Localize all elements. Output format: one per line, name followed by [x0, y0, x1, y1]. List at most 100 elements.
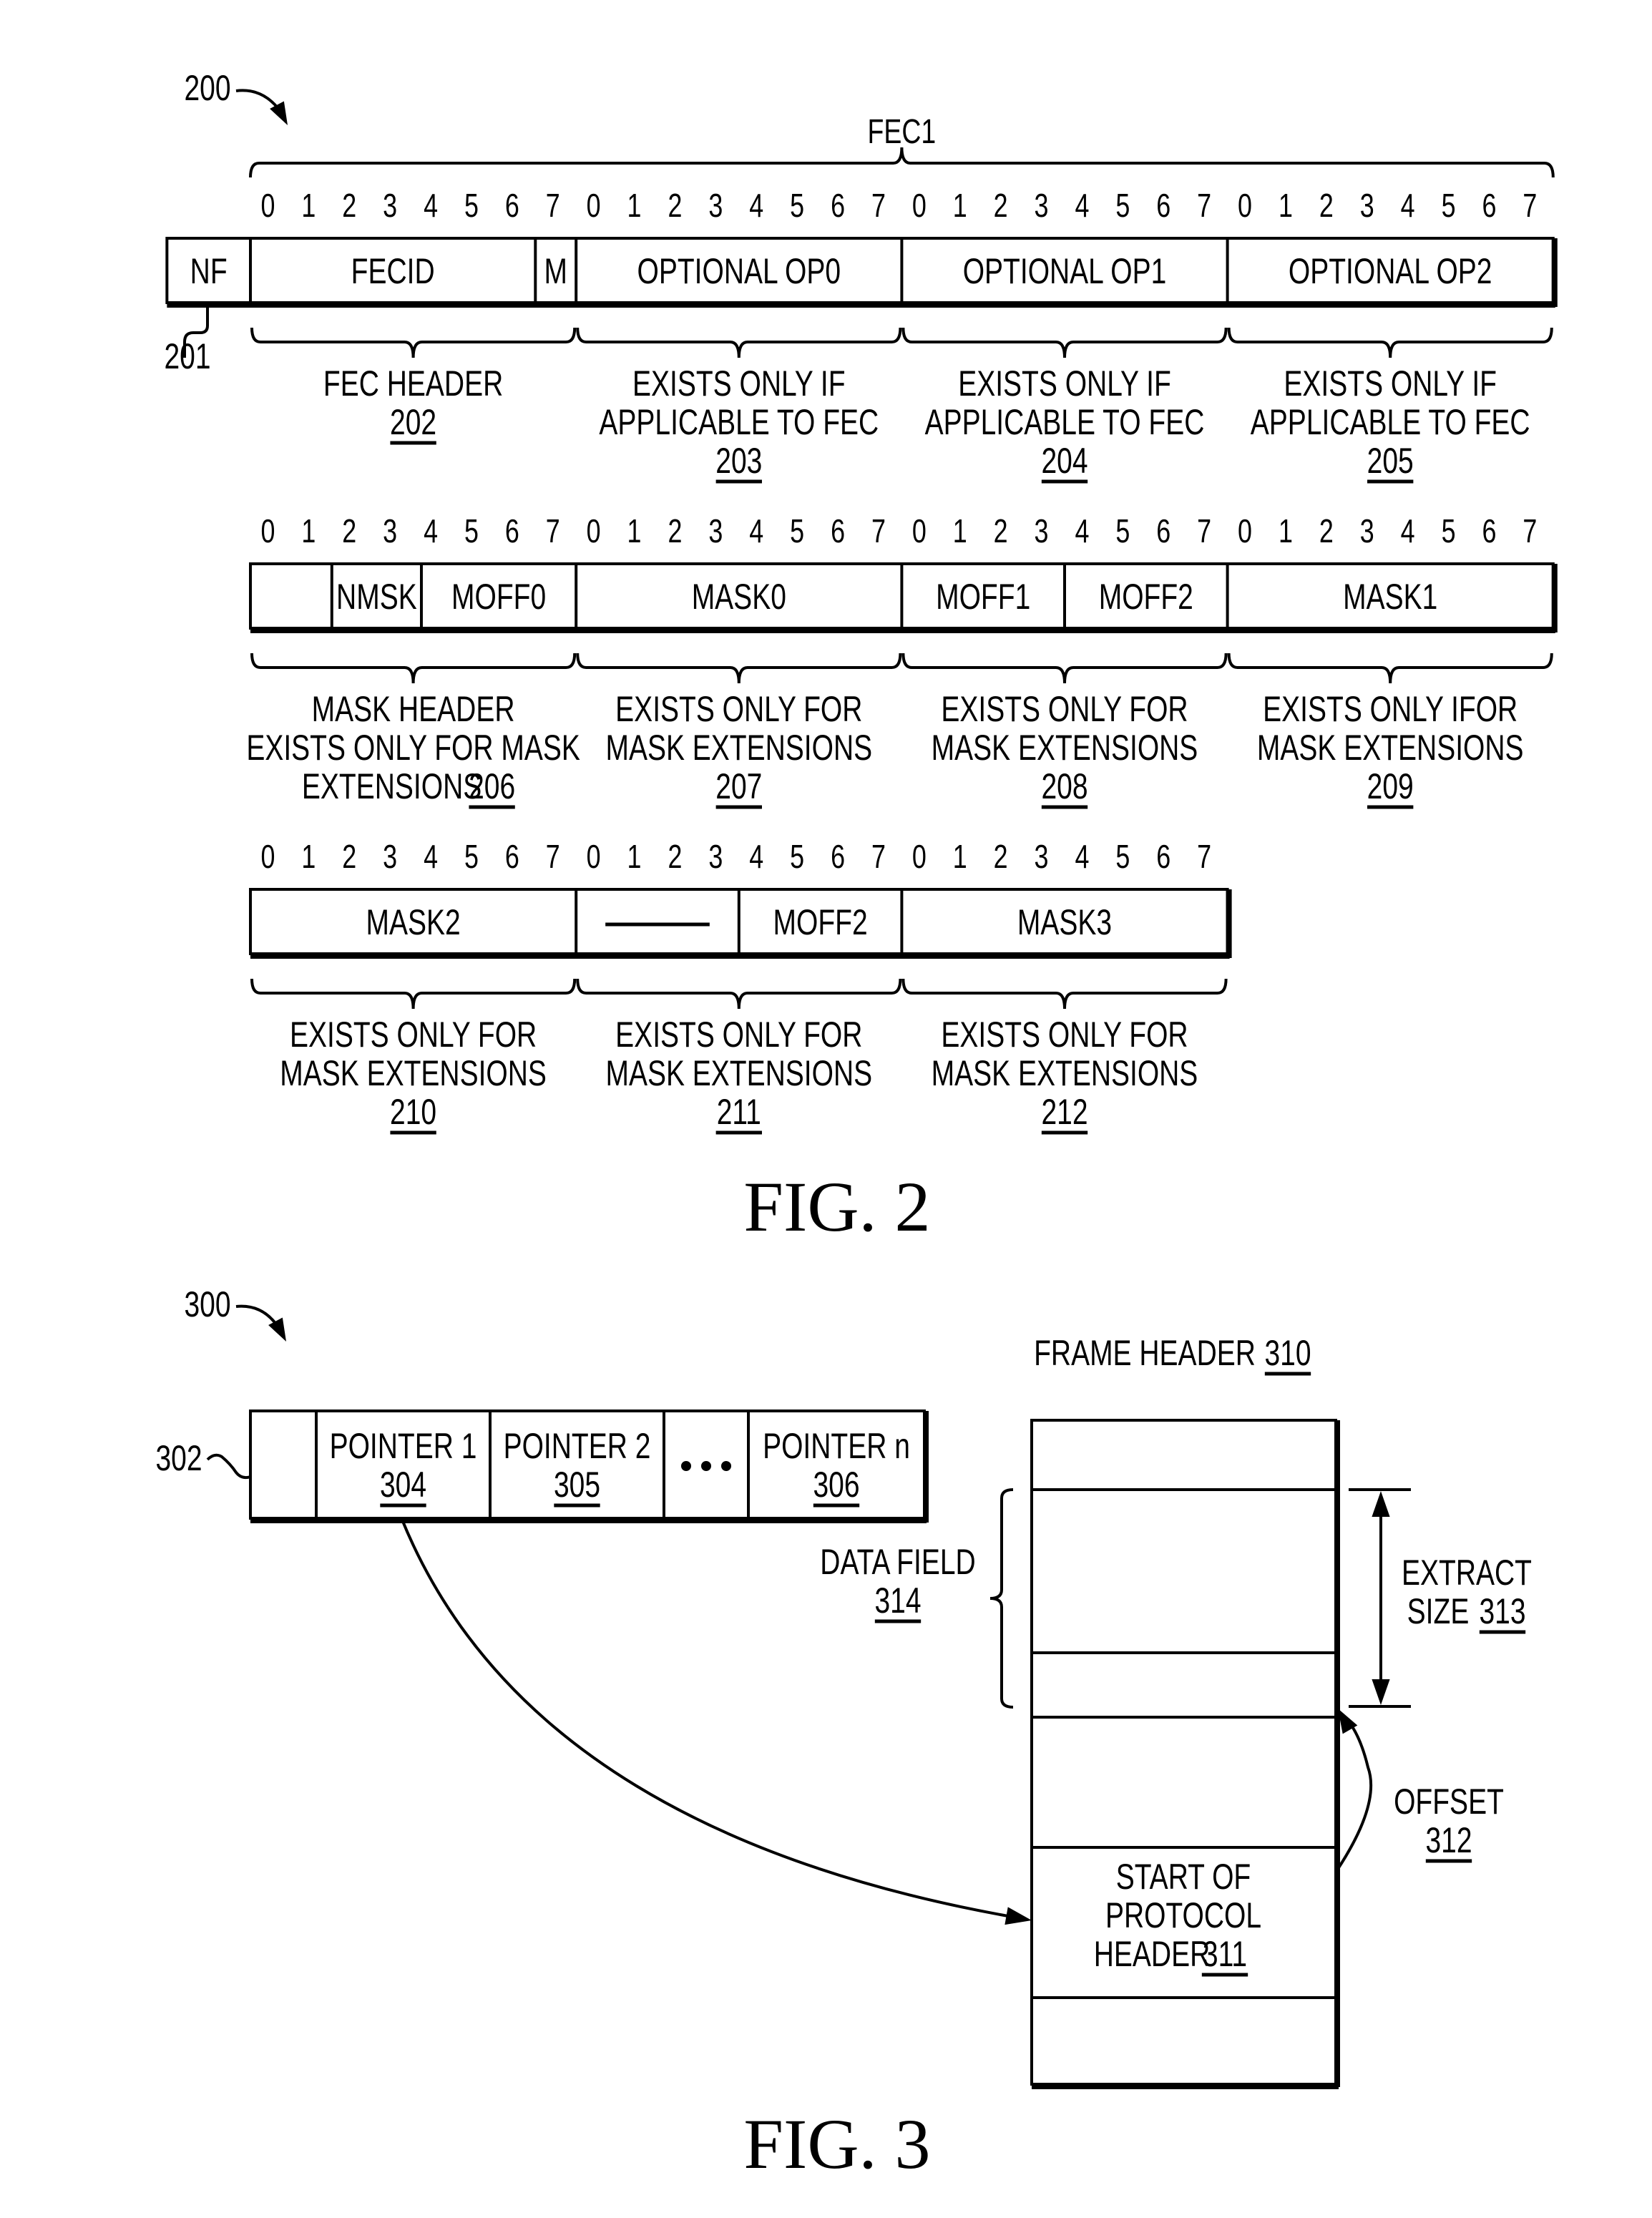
field-cell: MASK2 [366, 902, 461, 942]
bit-index-label: 4 [749, 839, 763, 875]
bit-index-label: 5 [1115, 513, 1130, 549]
bit-index-label: 2 [342, 513, 356, 549]
bit-index-label: 1 [953, 513, 967, 549]
data-field-label: DATA FIELD [820, 1541, 975, 1582]
protocol-header-line: PROTOCOL [1105, 1895, 1261, 1935]
pointer-ellipsis [681, 1461, 731, 1471]
group-brace [576, 653, 902, 684]
bit-index-label: 2 [994, 187, 1008, 224]
fec1-label: FEC1 [868, 113, 937, 152]
bit-index-label: 2 [994, 513, 1008, 549]
bit-index-label: 5 [464, 839, 479, 875]
group-description-line: EXISTS ONLY FOR [290, 1014, 537, 1055]
fig2-row-3: 0 1 2 3 4 5 6 7 0 1 2 3 4 5 6 7 0 1 2 3 4 5 6 7MASK2 MOFF2 MASK3E… [249, 839, 1232, 1093]
group-description: FEC HEADER [323, 363, 503, 404]
pointer-label: POINTER n [763, 1425, 910, 1466]
bit-index-label: 1 [1279, 513, 1293, 549]
group-description-line: EXISTS ONLY IF [958, 363, 1171, 404]
field-label: MOFF2 [773, 902, 868, 942]
diagram-svg: 200FEC10 1 2 3 4 5 6 7 0 1 2 3 4 5 6 7 0 1 2 3 4 5 6 7 0 1 2 3 4 5 6 7N… [155, 67, 1558, 2184]
bit-index-label: 6 [1156, 513, 1170, 549]
group-brace [901, 653, 1228, 684]
group-description-line: MASK EXTENSIONS [605, 727, 872, 768]
group-description-line: MASK EXTENSIONS [932, 727, 1198, 768]
ellipsis-dot [681, 1461, 691, 1471]
extract-size-label: EXTRACT [1402, 1552, 1532, 1593]
bit-index-label: 2 [668, 513, 682, 549]
bit-index-label: 5 [790, 187, 804, 224]
bit-index-label: 2 [342, 839, 356, 875]
bit-index-label: 0 [1238, 513, 1252, 549]
bit-index-label: 7 [546, 513, 560, 549]
group-ref-number: 212 [1041, 1091, 1088, 1132]
ellipsis-dot [721, 1461, 731, 1471]
field-label: MOFF2 [1099, 576, 1193, 617]
field-cell: MOFF0 [451, 576, 546, 617]
bit-index-label: 0 [260, 513, 275, 549]
bit-index-label: 1 [627, 513, 642, 549]
field-cell: MASK0 [692, 576, 786, 617]
field-label: OPTIONAL OP0 [637, 250, 841, 291]
bit-index-label: 1 [627, 187, 642, 224]
bit-index-label: 4 [1075, 513, 1089, 549]
group-description: EXISTS ONLY IFAPPLICABLE TO FEC [925, 363, 1205, 442]
field-label: NMSK [336, 576, 417, 617]
bit-index-label: 3 [383, 513, 397, 549]
bit-index-label: 0 [587, 513, 601, 549]
fig3-caption: FIG. 3 [743, 2104, 930, 2184]
group-description: EXISTS ONLY FORMASK EXTENSIONS [280, 1014, 547, 1093]
group-description-line: FEC HEADER [323, 363, 503, 404]
group-description-line: APPLICABLE TO FEC [599, 401, 879, 442]
pointer-ref-number: 304 [380, 1464, 426, 1505]
bit-index-label: 7 [546, 187, 560, 224]
group-description-line: EXISTS ONLY IFOR [1263, 688, 1517, 729]
bit-index-label: 6 [1156, 839, 1170, 875]
group-ref-number: 209 [1367, 766, 1414, 806]
bit-index-label: 1 [953, 839, 967, 875]
field-label: MASK1 [1343, 576, 1437, 617]
group-description: EXISTS ONLY FORMASK EXTENSIONS [932, 688, 1198, 768]
group-brace [1227, 653, 1553, 684]
bit-index-label: 6 [505, 839, 519, 875]
bit-index-label: 7 [1197, 839, 1211, 875]
frame-header-box [1030, 1419, 1337, 2086]
group-ref-number: 210 [390, 1091, 436, 1132]
bit-index-label: 2 [668, 839, 682, 875]
bit-index-label: 7 [1523, 513, 1537, 549]
group-description-line: APPLICABLE TO FEC [925, 401, 1205, 442]
group-description-line: EXISTS ONLY IF [1284, 363, 1497, 404]
group-ref-number: 202 [390, 401, 436, 442]
group-ref-number: 208 [1041, 766, 1088, 806]
bit-index-label: 0 [912, 839, 927, 875]
fig3-ref-arrowhead [268, 1317, 286, 1342]
group-ref-number: 211 [717, 1091, 761, 1132]
field-cell: OPTIONAL OP2 [1289, 250, 1492, 291]
frame-header-label: FRAME HEADER [1034, 1332, 1256, 1373]
frame-header-stack [1030, 1419, 1340, 2089]
group-description-line: EXISTS ONLY IF [632, 363, 846, 404]
pointer-cell: POINTER n [763, 1425, 910, 1466]
bit-index-label: 5 [464, 513, 479, 549]
field-cell: OPTIONAL OP1 [963, 250, 1167, 291]
bit-index-label: 1 [1279, 187, 1293, 224]
fig2-caption: FIG. 2 [743, 1167, 930, 1246]
fig2-row-1: 0 1 2 3 4 5 6 7 0 1 2 3 4 5 6 7 0 1 2 3 4 5 6 7 0 1 2 3 4 5 6 7NF FECID M… [165, 187, 1558, 442]
fig2-ref-label: 200 [184, 67, 230, 108]
group-brace [1227, 327, 1553, 358]
pointer-table-ref-label: 302 [155, 1437, 202, 1478]
bit-index-label: 4 [424, 513, 438, 549]
field-label: MOFF0 [451, 576, 546, 617]
group-brace [250, 978, 577, 1010]
field-cell: FECID [351, 250, 435, 291]
bit-index-label: 3 [383, 839, 397, 875]
bit-index-label: 2 [994, 839, 1008, 875]
field-label: OPTIONAL OP2 [1289, 250, 1492, 291]
bit-index-label: 1 [301, 513, 316, 549]
group-description: EXISTS ONLY IFORMASK EXTENSIONS [1257, 688, 1524, 768]
bit-index-label: 6 [505, 513, 519, 549]
group-ref-number: 204 [1041, 440, 1088, 481]
bit-index-label: 5 [790, 839, 804, 875]
group-description-line: MASK HEADER [312, 688, 515, 729]
bit-index-label: 1 [301, 839, 316, 875]
group-ref-number: 206 [469, 766, 515, 806]
